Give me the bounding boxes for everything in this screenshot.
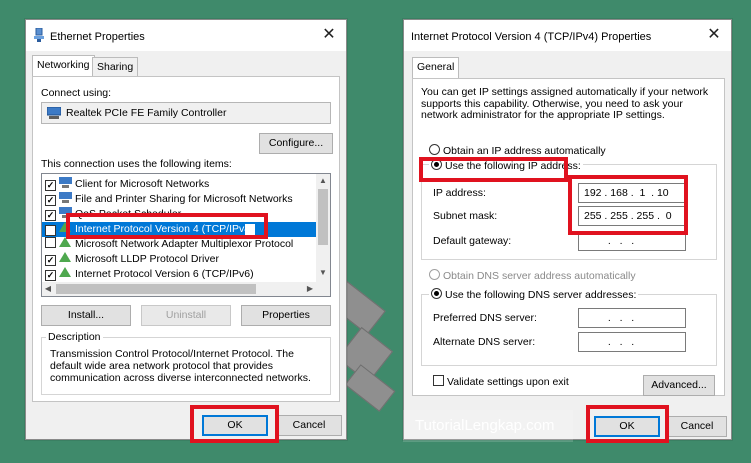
adapter-name: Realtek PCIe FE Family Controller	[66, 107, 227, 119]
list-item[interactable]: ✓ QoS Packet Scheduler	[45, 207, 181, 222]
scroll-left-icon[interactable]: ◀	[42, 284, 54, 293]
adapter-icon	[46, 106, 62, 119]
network-service-icon	[59, 207, 72, 218]
ip-address-input[interactable]: 192 . 168 . 1 . 10	[578, 183, 686, 203]
dns-group	[421, 294, 717, 366]
protocol-icon	[59, 252, 72, 263]
general-panel: You can get IP settings assigned automat…	[412, 78, 725, 396]
radio-button[interactable]	[431, 288, 442, 299]
title-bar: Internet Protocol Version 4 (TCP/IPv4) P…	[404, 20, 731, 51]
network-client-icon	[59, 192, 72, 203]
cancel-button[interactable]: Cancel	[667, 416, 727, 437]
checkbox[interactable]: ✓	[45, 180, 56, 191]
scroll-right-icon[interactable]: ▶	[304, 284, 316, 293]
cancel-button[interactable]: Cancel	[276, 415, 342, 436]
network-adapter-icon	[34, 27, 44, 42]
configure-button[interactable]: Configure...	[259, 133, 333, 154]
list-item[interactable]: ✓ File and Printer Sharing for Microsoft …	[45, 192, 293, 207]
checkbox[interactable]: ✓	[45, 195, 56, 206]
tab-networking[interactable]: Networking	[32, 55, 95, 77]
vertical-scrollbar[interactable]: ▲ ▼	[316, 174, 330, 282]
checkbox[interactable]: ✓	[45, 225, 56, 236]
items-list: ✓ Client for Microsoft Networks ✓ File and…	[41, 173, 331, 297]
use-following-dns-radio[interactable]: Use the following DNS server addresses:	[429, 288, 639, 301]
properties-button[interactable]: Properties	[241, 305, 331, 326]
install-button[interactable]: Install...	[41, 305, 131, 326]
alternate-dns-input[interactable]: . . .	[578, 332, 686, 352]
radio-button[interactable]	[429, 269, 440, 280]
tab-sharing[interactable]: Sharing	[92, 57, 139, 77]
connect-using-label: Connect using:	[41, 87, 112, 99]
checkbox[interactable]: ✓	[45, 270, 56, 281]
items-label: This connection uses the following items…	[41, 158, 232, 170]
list-item[interactable]: ✓ Client for Microsoft Networks	[45, 177, 209, 192]
uninstall-button[interactable]: Uninstall	[141, 305, 231, 326]
obtain-dns-auto-radio[interactable]: Obtain DNS server address automatically	[429, 269, 636, 282]
tab-general[interactable]: General	[412, 57, 460, 79]
checkbox[interactable]	[45, 237, 56, 248]
list-item-selected[interactable]: ✓ Internet Protocol Version 4 (TCP/IPv4)	[42, 222, 316, 237]
dialog-title: Ethernet Properties	[50, 31, 145, 43]
protocol-icon	[59, 267, 72, 278]
checkbox[interactable]: ✓	[45, 255, 56, 266]
ethernet-properties-dialog: Ethernet Properties ✕ Networking Sharing…	[25, 19, 347, 440]
radio-button[interactable]	[431, 159, 442, 170]
close-icon[interactable]: ✕	[320, 26, 338, 44]
horizontal-scrollbar[interactable]: ◀ ▶	[42, 282, 330, 296]
protocol-icon	[59, 222, 72, 233]
networking-panel: Connect using: Realtek PCIe FE Family Co…	[32, 76, 340, 402]
description-title: Description	[46, 331, 103, 343]
preferred-dns-label: Preferred DNS server:	[433, 312, 537, 324]
ipv4-properties-dialog: Internet Protocol Version 4 (TCP/IPv4) P…	[403, 19, 732, 442]
ok-button[interactable]: OK	[594, 416, 660, 437]
checkbox[interactable]: ✓	[45, 210, 56, 221]
focus-cursor	[245, 224, 255, 235]
dialog-title: Internet Protocol Version 4 (TCP/IPv4) P…	[411, 31, 652, 43]
background-shape	[344, 364, 396, 412]
title-bar: Ethernet Properties ✕	[26, 20, 346, 51]
watermark-text: TutorialLengkap.com	[415, 417, 555, 434]
protocol-icon	[59, 237, 72, 248]
preferred-dns-input[interactable]: . . .	[578, 308, 686, 328]
scroll-down-icon[interactable]: ▼	[317, 268, 329, 277]
alternate-dns-label: Alternate DNS server:	[433, 336, 536, 348]
ip-address-label: IP address:	[433, 187, 486, 199]
default-gateway-input[interactable]: . . .	[578, 231, 686, 251]
obtain-ip-auto-radio[interactable]: Obtain an IP address automatically	[429, 144, 606, 157]
intro-text: You can get IP settings assigned automat…	[421, 86, 709, 121]
hscrollbar-thumb[interactable]	[56, 284, 256, 294]
radio-button[interactable]	[429, 144, 440, 155]
description-text: Transmission Control Protocol/Internet P…	[50, 348, 311, 384]
list-item[interactable]: ✓ Internet Protocol Version 6 (TCP/IPv6)	[45, 267, 254, 282]
default-gateway-label: Default gateway:	[433, 235, 512, 247]
list-item[interactable]: Microsoft Network Adapter Multiplexor Pr…	[45, 237, 293, 252]
list-item[interactable]: ✓ Microsoft LLDP Protocol Driver	[45, 252, 219, 267]
use-following-ip-radio[interactable]: Use the following IP address:	[429, 159, 583, 172]
checkbox[interactable]	[433, 375, 444, 386]
subnet-mask-label: Subnet mask:	[433, 210, 498, 222]
ok-button[interactable]: OK	[202, 415, 268, 436]
description-group: Description Transmission Control Protoco…	[41, 331, 331, 395]
subnet-mask-input[interactable]: 255 . 255 . 255 . 0	[578, 206, 686, 226]
network-client-icon	[59, 177, 72, 188]
scroll-up-icon[interactable]: ▲	[317, 176, 329, 185]
adapter-box: Realtek PCIe FE Family Controller	[41, 102, 331, 124]
watermark-banner: TutorialLengkap.com	[403, 410, 573, 442]
validate-settings-checkbox[interactable]: Validate settings upon exit	[433, 375, 569, 388]
advanced-button[interactable]: Advanced...	[643, 375, 715, 396]
scrollbar-thumb[interactable]	[318, 189, 328, 245]
close-icon[interactable]: ✕	[705, 26, 723, 44]
